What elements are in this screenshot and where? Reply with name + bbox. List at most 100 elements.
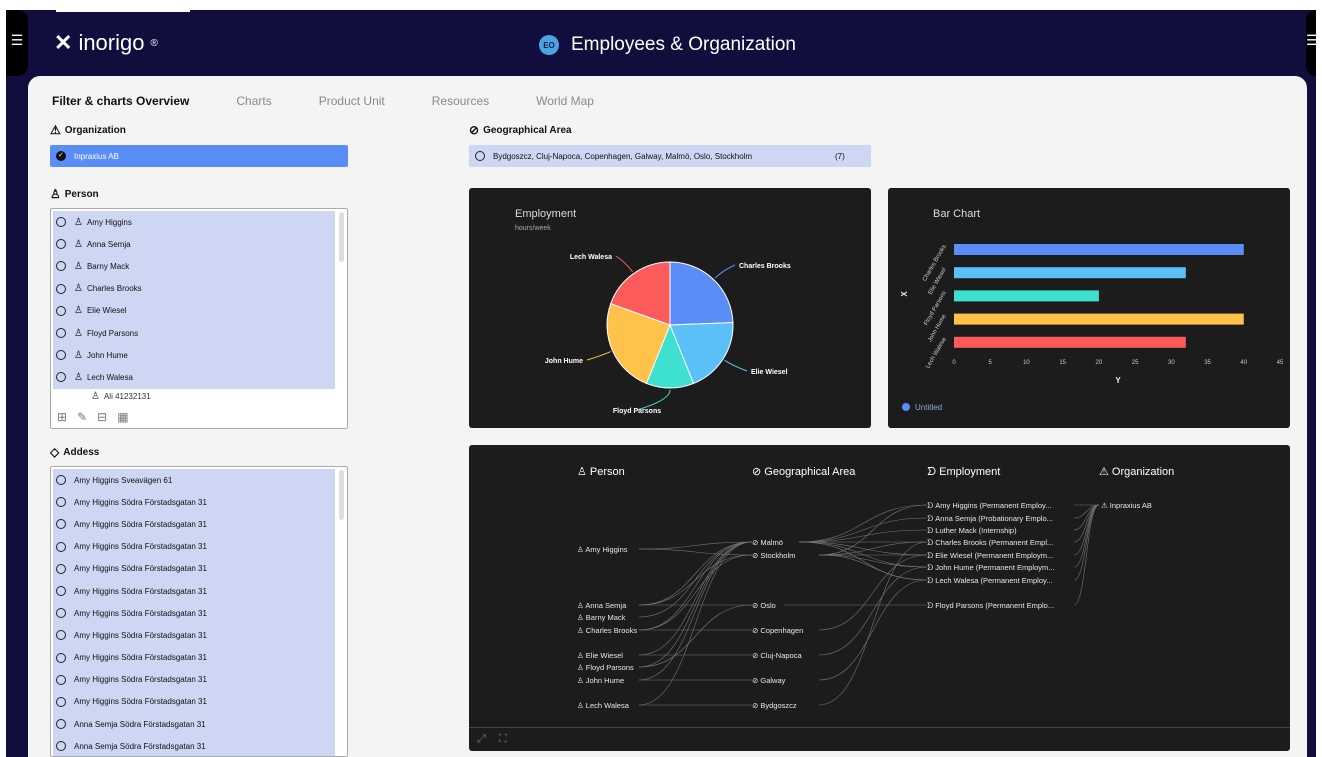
logo[interactable]: ✕ inorigo ® xyxy=(54,30,158,56)
graph-node[interactable]: ᗤ Anna Semja (Probationary Emplo... xyxy=(927,514,1053,523)
organization-title: ⚠ Organization xyxy=(50,123,126,137)
address-list-item[interactable]: Anna Semja Södra Förstadsgatan 31 xyxy=(53,713,335,735)
left-menu-toggle-icon[interactable]: ☰ xyxy=(6,10,28,76)
relation-graph: ♙ Person ⊘ Geographical Area ᗤ Employment ⚠… xyxy=(577,466,1174,710)
fullscreen-icon[interactable]: ⛶ xyxy=(499,733,507,746)
address-list-item[interactable]: Amy Higgins Södra Förstadsgatan 31 xyxy=(53,558,335,580)
address-list[interactable]: Amy Higgins Sveavägen 61 Amy Higgins Södr… xyxy=(50,466,348,757)
graph-column-header: ⚠ Organization xyxy=(1099,466,1174,478)
radio-icon xyxy=(56,261,66,272)
address-scrollbar[interactable] xyxy=(339,470,344,520)
bar[interactable] xyxy=(954,244,1244,255)
tab-resources[interactable]: Resources xyxy=(432,94,489,108)
address-list-item[interactable]: Amy Higgins Södra Förstadsgatan 31 xyxy=(53,513,335,535)
graph-node[interactable]: ♙ Charles Brooks xyxy=(577,626,637,635)
person-list-item[interactable]: ♙ Floyd Parsons xyxy=(53,322,335,344)
graph-node[interactable]: ᗤ Elie Wiesel (Permanent Employm... xyxy=(927,551,1053,560)
graph-edge xyxy=(798,541,928,581)
bar[interactable] xyxy=(954,267,1186,279)
address-list-item[interactable]: Amy Higgins Södra Förstadsgatan 31 xyxy=(53,691,335,713)
person-scrollbar[interactable] xyxy=(339,212,344,262)
graph-node[interactable]: ᗤ John Hume (Permanent Employm... xyxy=(927,563,1055,572)
address-item-label: Amy Higgins Södra Förstadsgatan 31 xyxy=(74,497,207,507)
address-list-item[interactable]: Amy Higgins Sveavägen 61 xyxy=(53,469,335,491)
graph-edge xyxy=(638,541,753,668)
graph-node[interactable]: ᗤ Lech Walesa (Permanent Employ... xyxy=(927,576,1052,585)
legend-label[interactable]: Untitled xyxy=(915,403,942,412)
radio-icon xyxy=(56,372,66,383)
bar-chart-card: Bar Chart Charles Brooks Elie Wiesel Floyd… xyxy=(888,188,1290,428)
person-list-item[interactable]: ♙ Elie Wiesel xyxy=(53,300,335,322)
person-extra-item[interactable]: ♙ Ali 41232131 xyxy=(91,391,151,402)
table-icon[interactable]: ▦ xyxy=(117,410,128,424)
edit-icon[interactable]: ✎ xyxy=(77,410,87,424)
person-icon: ♙ xyxy=(74,327,83,339)
address-item-label: Amy Higgins Södra Förstadsgatan 31 xyxy=(74,630,207,640)
graph-node[interactable]: ⊘ Stockholm xyxy=(752,551,795,560)
graph-node[interactable]: ♙ Barny Mack xyxy=(577,613,626,622)
graph-edge xyxy=(798,529,928,543)
person-list-item[interactable]: ♙ Amy Higgins xyxy=(53,211,335,233)
graph-column-header: ᗤ Employment xyxy=(927,466,1000,478)
address-list-item[interactable]: Amy Higgins Södra Förstadsgatan 31 xyxy=(53,624,335,646)
graph-node[interactable]: ᗤ Charles Brooks (Permanent Empl... xyxy=(927,538,1053,547)
bar-tick-label: 30 xyxy=(1168,360,1175,366)
person-list-item[interactable]: ♙ Anna Semja xyxy=(53,233,335,255)
radio-icon xyxy=(475,151,485,161)
graph-node[interactable]: ♙ Elie Wiesel xyxy=(577,651,623,660)
geo-area-selected[interactable]: Bydgoszcz, Cluj-Napoca, Copenhagen, Galw… xyxy=(469,145,871,167)
radio-icon xyxy=(56,541,66,552)
right-menu-toggle-icon[interactable]: ☰ xyxy=(1306,10,1316,76)
graph-edge xyxy=(638,541,753,681)
tab-filter-overview[interactable]: Filter & charts Overview xyxy=(52,94,189,108)
globe-icon: ⊘ xyxy=(469,123,480,137)
graph-node[interactable]: ᗤ Floyd Parsons (Permanent Emplo... xyxy=(927,601,1054,610)
radio-icon xyxy=(56,475,66,486)
bar[interactable] xyxy=(954,336,1186,348)
person-icon: ♙ xyxy=(74,371,83,383)
graph-node[interactable]: ♙ Anna Semja xyxy=(577,601,627,610)
person-list[interactable]: ♙ Amy Higgins ♙ Anna Semja ♙ Barny Mack ♙ Charl… xyxy=(50,208,348,429)
graph-node[interactable]: ᗤ Amy Higgins (Permanent Employ... xyxy=(927,501,1051,510)
tab-product-unit[interactable]: Product Unit xyxy=(319,94,385,108)
graph-node[interactable]: ᗤ Luther Mack (Internship) xyxy=(927,526,1017,535)
graph-node[interactable]: ⚠ Inpraxius AB xyxy=(1101,501,1152,510)
graph-node[interactable]: ⊘ Copenhagen xyxy=(752,626,803,635)
address-list-item[interactable]: Amy Higgins Södra Förstadsgatan 31 xyxy=(53,669,335,691)
graph-node[interactable]: ⊘ Malmö xyxy=(752,538,783,547)
graph-node[interactable]: ♙ John Hume xyxy=(577,676,624,685)
address-list-item[interactable]: Amy Higgins Södra Förstadsgatan 31 xyxy=(53,647,335,669)
main-panel: Filter & charts Overview Charts Product … xyxy=(28,76,1307,757)
radio-icon xyxy=(56,217,66,228)
graph-node[interactable]: ⊘ Galway xyxy=(752,676,786,685)
address-list-item[interactable]: Amy Higgins Södra Förstadsgatan 31 xyxy=(53,536,335,558)
address-title-text: Addess xyxy=(63,446,100,458)
graph-node[interactable]: ⊘ Cluj-Napoca xyxy=(752,651,802,660)
collapse-icon[interactable]: ⤢ xyxy=(477,733,486,746)
address-list-item[interactable]: Amy Higgins Södra Förstadsgatan 31 xyxy=(53,580,335,602)
address-list-item[interactable]: Amy Higgins Södra Förstadsgatan 31 xyxy=(53,602,335,624)
graph-edge xyxy=(638,548,753,556)
address-list-item[interactable]: Anna Semja Södra Förstadsgatan 31 xyxy=(53,735,335,756)
organization-selected[interactable]: Inpraxius AB xyxy=(50,145,348,167)
person-list-item[interactable]: ♙ Barny Mack xyxy=(53,255,335,277)
address-item-label: Amy Higgins Södra Förstadsgatan 31 xyxy=(74,675,207,685)
address-list-item[interactable]: Amy Higgins Södra Förstadsgatan 31 xyxy=(53,491,335,513)
radio-icon xyxy=(56,630,66,641)
person-list-item[interactable]: ♙ Lech Walesa xyxy=(53,366,335,388)
bar[interactable] xyxy=(954,313,1244,325)
legend-swatch[interactable] xyxy=(902,403,910,411)
person-list-item[interactable]: ♙ John Hume xyxy=(53,344,335,366)
bar[interactable] xyxy=(954,290,1099,302)
graph-node[interactable]: ♙ Lech Walesa xyxy=(577,701,630,710)
tab-world-map[interactable]: World Map xyxy=(536,94,594,108)
add-icon[interactable]: ⊞ xyxy=(57,410,67,424)
graph-node[interactable]: ♙ Amy Higgins xyxy=(577,545,628,554)
graph-edge xyxy=(638,541,753,706)
person-list-item[interactable]: ♙ Charles Brooks xyxy=(53,278,335,300)
graph-node[interactable]: ⊘ Oslo xyxy=(752,601,776,610)
graph-node[interactable]: ⊘ Bydgoszcz xyxy=(752,701,797,710)
graph-node[interactable]: ♙ Floyd Parsons xyxy=(577,663,634,672)
remove-icon[interactable]: ⊟ xyxy=(97,410,107,424)
tab-charts[interactable]: Charts xyxy=(236,94,271,108)
